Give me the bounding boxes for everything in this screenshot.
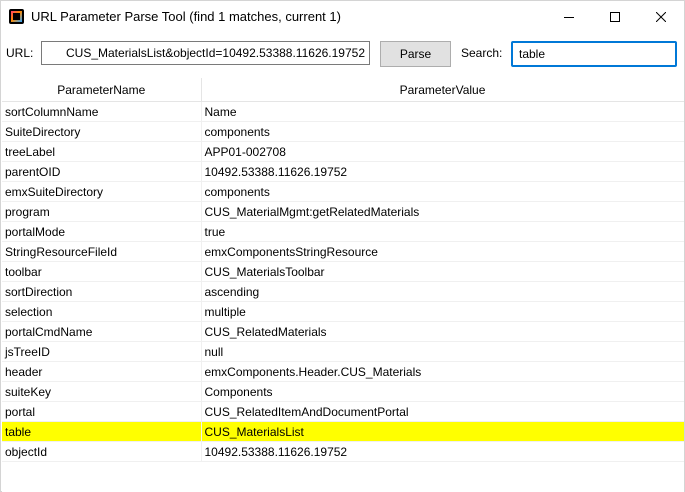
table-row[interactable]: sortDirection ascending bbox=[2, 281, 684, 302]
parameter-value-cell[interactable]: CUS_RelatedItemAndDocumentPortal bbox=[201, 401, 684, 422]
url-label: URL: bbox=[6, 46, 34, 60]
parameter-value-cell[interactable]: null bbox=[201, 341, 684, 362]
table-row[interactable]: portalCmdName CUS_RelatedMaterials bbox=[2, 321, 684, 342]
parameter-value-cell[interactable]: ascending bbox=[201, 281, 684, 302]
parameter-value-cell[interactable]: true bbox=[201, 221, 684, 242]
title-bar: URL Parameter Parse Tool (find 1 matches… bbox=[1, 1, 684, 32]
parameter-name-cell[interactable]: portalMode bbox=[2, 221, 202, 242]
search-input[interactable] bbox=[511, 41, 677, 67]
table-row[interactable]: emxSuiteDirectory components bbox=[2, 181, 684, 202]
parameter-name-cell[interactable]: parentOID bbox=[2, 161, 202, 182]
table-row[interactable]: objectId 10492.53388.11626.19752 bbox=[2, 441, 684, 462]
table-row[interactable]: portal CUS_RelatedItemAndDocumentPortal bbox=[2, 401, 684, 422]
parse-button[interactable]: Parse bbox=[380, 41, 451, 67]
table-row[interactable]: selection multiple bbox=[2, 301, 684, 322]
app-icon bbox=[9, 9, 24, 24]
table-row[interactable]: treeLabel APP01-002708 bbox=[2, 141, 684, 162]
column-header-parameter-value[interactable]: ParameterValue bbox=[201, 78, 684, 102]
parameter-table[interactable]: ParameterName ParameterValue sortColumnN… bbox=[2, 78, 684, 492]
parameter-name-cell[interactable]: sortColumnName bbox=[2, 101, 202, 122]
app-window: URL Parameter Parse Tool (find 1 matches… bbox=[0, 0, 685, 492]
parameter-value-cell[interactable]: CUS_MaterialsList bbox=[201, 421, 684, 442]
parameter-value-cell[interactable]: CUS_RelatedMaterials bbox=[201, 321, 684, 342]
parameter-name-cell[interactable]: StringResourceFileId bbox=[2, 241, 202, 262]
parameter-name-cell[interactable]: selection bbox=[2, 301, 202, 322]
parameter-name-cell[interactable]: portalCmdName bbox=[2, 321, 202, 342]
parameter-name-cell[interactable]: program bbox=[2, 201, 202, 222]
maximize-button[interactable] bbox=[592, 1, 638, 32]
table-row[interactable]: header emxComponents.Header.CUS_Material… bbox=[2, 361, 684, 382]
search-label: Search: bbox=[461, 46, 503, 60]
parameter-value-cell[interactable]: components bbox=[201, 121, 684, 142]
parameter-name-cell[interactable]: suiteKey bbox=[2, 381, 202, 402]
table-row[interactable]: SuiteDirectory components bbox=[2, 121, 684, 142]
parameter-name-cell[interactable]: toolbar bbox=[2, 261, 202, 282]
table-row[interactable]: parentOID 10492.53388.11626.19752 bbox=[2, 161, 684, 182]
parameter-value-cell[interactable]: emxComponentsStringResource bbox=[201, 241, 684, 262]
parameter-value-cell[interactable]: Components bbox=[201, 381, 684, 402]
parameter-value-cell[interactable]: CUS_MaterialMgmt:getRelatedMaterials bbox=[201, 201, 684, 222]
table-row[interactable]: toolbar CUS_MaterialsToolbar bbox=[2, 261, 684, 282]
table-header-row: ParameterName ParameterValue bbox=[2, 78, 684, 102]
parameter-value-cell[interactable]: emxComponents.Header.CUS_Materials bbox=[201, 361, 684, 382]
minimize-icon bbox=[564, 16, 574, 18]
parameter-name-cell[interactable]: sortDirection bbox=[2, 281, 202, 302]
close-icon bbox=[656, 11, 666, 22]
column-header-parameter-name[interactable]: ParameterName bbox=[2, 78, 202, 102]
parameter-name-cell[interactable]: table bbox=[2, 421, 202, 442]
parameter-name-cell[interactable]: emxSuiteDirectory bbox=[2, 181, 202, 202]
parameter-value-cell[interactable]: multiple bbox=[201, 301, 684, 322]
minimize-button[interactable] bbox=[546, 1, 592, 32]
table-row[interactable]: jsTreeID null bbox=[2, 341, 684, 362]
table-row[interactable]: suiteKey Components bbox=[2, 381, 684, 402]
parameter-value-cell[interactable]: 10492.53388.11626.19752 bbox=[201, 441, 684, 462]
parameter-name-cell[interactable]: objectId bbox=[2, 441, 202, 462]
parameter-name-cell[interactable]: jsTreeID bbox=[2, 341, 202, 362]
maximize-icon bbox=[610, 11, 620, 22]
parameter-value-cell[interactable]: CUS_MaterialsToolbar bbox=[201, 261, 684, 282]
parameter-name-cell[interactable]: header bbox=[2, 361, 202, 382]
table-row[interactable]: program CUS_MaterialMgmt:getRelatedMater… bbox=[2, 201, 684, 222]
parameter-value-cell[interactable]: 10492.53388.11626.19752 bbox=[201, 161, 684, 182]
parameter-value-cell[interactable]: components bbox=[201, 181, 684, 202]
parameter-name-cell[interactable]: treeLabel bbox=[2, 141, 202, 162]
url-input[interactable] bbox=[41, 41, 370, 65]
parameter-value-cell[interactable]: Name bbox=[201, 101, 684, 122]
table-row[interactable]: StringResourceFileId emxComponentsString… bbox=[2, 241, 684, 262]
parameter-name-cell[interactable]: SuiteDirectory bbox=[2, 121, 202, 142]
table-row[interactable]: sortColumnName Name bbox=[2, 101, 684, 122]
parameter-value-cell[interactable]: APP01-002708 bbox=[201, 141, 684, 162]
close-button[interactable] bbox=[638, 1, 684, 32]
window-title: URL Parameter Parse Tool (find 1 matches… bbox=[31, 9, 341, 24]
table-row-highlighted[interactable]: table CUS_MaterialsList bbox=[2, 421, 684, 442]
table-row[interactable]: portalMode true bbox=[2, 221, 684, 242]
parameter-name-cell[interactable]: portal bbox=[2, 401, 202, 422]
